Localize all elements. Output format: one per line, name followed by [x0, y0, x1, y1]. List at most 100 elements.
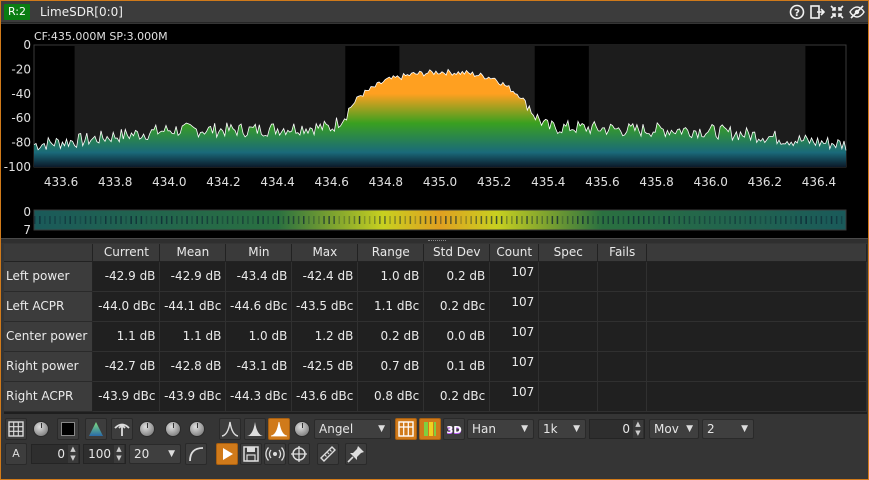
row-header[interactable]: Center power	[4, 321, 94, 352]
table-row[interactable]: Left ACPR -44.0 dBc -44.1 dBc -44.6 dBc -43.…	[4, 291, 867, 322]
table-cell[interactable]: 107	[489, 261, 540, 292]
grid-toggle-button[interactable]	[5, 418, 27, 440]
histogram-button[interactable]	[219, 418, 241, 440]
spin-down-icon[interactable]: ▼	[633, 429, 643, 438]
table-cell[interactable]: 107	[489, 381, 540, 412]
table-cell[interactable]	[597, 381, 648, 412]
table-cell[interactable]: -43.9 dBc	[92, 381, 161, 412]
averaging-value-combo[interactable]: 2 ▼	[702, 419, 754, 439]
table-row[interactable]: Right power -42.7 dB -42.8 dB -43.1 dB -42.5…	[4, 351, 867, 382]
table-cell[interactable]	[597, 291, 648, 322]
spin-down-icon[interactable]: ▼	[114, 454, 124, 463]
row-header[interactable]: Left power	[4, 261, 94, 292]
table-cell[interactable]: 0.8 dBc	[357, 381, 425, 412]
spectrum-display[interactable]: 0 -20 -40 -60 -80 -100 433.6 433.8 434.0 434.2 434…	[1, 24, 868, 238]
table-cell[interactable]	[538, 321, 599, 352]
splitter-grip[interactable]	[428, 240, 446, 242]
spectrogram-fill-button[interactable]	[85, 418, 107, 440]
auto-scale-button[interactable]: A	[5, 443, 27, 465]
table-cell[interactable]: 107	[489, 351, 540, 382]
help-icon[interactable]: ?	[789, 4, 805, 20]
column-header[interactable]: Current	[92, 244, 161, 262]
reference-level-spinbox[interactable]: 0 ▲ ▼	[31, 444, 80, 464]
table-cell[interactable]: -42.4 dB	[291, 261, 359, 292]
fft-size-combo[interactable]: 1k ▼	[538, 419, 586, 439]
table-cell[interactable]: -43.5 dBc	[291, 291, 359, 322]
table-cell[interactable]: 0.1 dB	[423, 351, 491, 382]
row-header[interactable]: Right ACPR	[4, 381, 94, 412]
table-cell[interactable]: 1.1 dB	[92, 321, 161, 352]
table-cell[interactable]: 0.2 dBc	[423, 381, 491, 412]
background-color-button[interactable]	[57, 418, 79, 440]
table-cell[interactable]: -43.9 dBc	[159, 381, 227, 412]
table-cell[interactable]: 1.1 dBc	[357, 291, 425, 322]
table-cell[interactable]	[538, 291, 599, 322]
play-pause-button[interactable]	[216, 443, 238, 465]
column-header[interactable]: Range	[357, 244, 425, 262]
device-stream-badge[interactable]: R:2	[4, 4, 31, 20]
max-hold-button[interactable]	[244, 418, 266, 440]
table-row[interactable]: Left power -42.9 dB -42.9 dB -43.4 dB -42.4 …	[4, 261, 867, 292]
table-cell[interactable]: 0.2 dB	[423, 261, 491, 292]
row-header[interactable]: Left ACPR	[4, 291, 94, 322]
markers-button[interactable]	[288, 443, 310, 465]
table-cell[interactable]: 1.0 dB	[225, 321, 293, 352]
grid-intensity-knob[interactable]	[33, 421, 49, 437]
table-cell[interactable]: 0.2 dB	[357, 321, 425, 352]
row-header[interactable]: Right power	[4, 351, 94, 382]
table-cell[interactable]: 0.2 dBc	[423, 291, 491, 322]
table-cell[interactable]: 1.0 dB	[357, 261, 425, 292]
table-cell[interactable]: 1.2 dB	[291, 321, 359, 352]
color-map-combo[interactable]: Angel ▼	[314, 419, 391, 439]
table-cell[interactable]: -43.6 dBc	[291, 381, 359, 412]
column-header[interactable]: Mean	[159, 244, 227, 262]
table-row[interactable]: Right ACPR -43.9 dBc -43.9 dBc -44.3 dBc -43…	[4, 381, 867, 412]
table-cell[interactable]: 107	[489, 291, 540, 322]
table-cell[interactable]	[538, 261, 599, 292]
trace-intensity-knob[interactable]	[139, 421, 155, 437]
hide-icon[interactable]	[849, 4, 865, 20]
table-row[interactable]: Center power 1.1 dB 1.1 dB 1.0 dB 1.2 dB 0.2 …	[4, 321, 867, 352]
fft-overlap-spinbox[interactable]: 0 ▲ ▼	[589, 419, 645, 439]
averaging-mode-combo[interactable]: Mov ▼	[649, 419, 699, 439]
spectrum-chart[interactable]: 0 -20 -40 -60 -80 -100 433.6 433.8 434.0 434.2 434…	[1, 24, 868, 238]
calibration-button[interactable]	[345, 443, 367, 465]
spin-up-icon[interactable]: ▲	[114, 445, 124, 454]
column-header[interactable]: Fails	[597, 244, 648, 262]
table-cell[interactable]	[538, 351, 599, 382]
table-cell[interactable]: -44.1 dBc	[159, 291, 227, 322]
table-cell[interactable]	[597, 351, 648, 382]
stroke-knob[interactable]	[189, 421, 205, 437]
waterfall-button[interactable]	[395, 418, 417, 440]
table-cell[interactable]: 1.1 dB	[159, 321, 227, 352]
table-cell[interactable]: -44.0 dBc	[92, 291, 161, 322]
spectrum-layout-button[interactable]	[419, 418, 441, 440]
splitter-handle[interactable]	[1, 238, 868, 243]
column-header[interactable]: Max	[291, 244, 359, 262]
table-cell[interactable]	[597, 321, 648, 352]
table-cell[interactable]: 0.7 dB	[357, 351, 425, 382]
table-cell[interactable]: -44.6 dBc	[225, 291, 293, 322]
table-cell[interactable]: -42.9 dB	[159, 261, 227, 292]
table-cell[interactable]: 0.0 dB	[423, 321, 491, 352]
table-cell[interactable]	[597, 261, 648, 292]
move-to-workspace-icon[interactable]	[809, 4, 826, 20]
column-header[interactable]: Min	[225, 244, 293, 262]
spin-down-icon[interactable]: ▼	[68, 454, 78, 463]
trace-stroke-knob[interactable]	[294, 421, 310, 437]
table-cell[interactable]: -44.3 dBc	[225, 381, 293, 412]
measurements-button[interactable]	[317, 443, 339, 465]
table-cell[interactable]: -43.1 dB	[225, 351, 293, 382]
table-cell[interactable]: -42.9 dB	[92, 261, 161, 292]
3d-spectrogram-button[interactable]: 3D	[443, 418, 465, 440]
column-header[interactable]: Spec	[538, 244, 599, 262]
shrink-icon[interactable]	[829, 4, 845, 20]
table-cell[interactable]: 107	[489, 321, 540, 352]
table-cell[interactable]: -42.7 dB	[92, 351, 161, 382]
fft-window-combo[interactable]: Han ▼	[467, 419, 534, 439]
current-trace-button[interactable]	[268, 418, 290, 440]
decay-knob[interactable]	[165, 421, 181, 437]
freeze-peaks-button[interactable]	[111, 418, 133, 440]
table-cell[interactable]: -43.4 dB	[225, 261, 293, 292]
table-cell[interactable]: -42.8 dB	[159, 351, 227, 382]
